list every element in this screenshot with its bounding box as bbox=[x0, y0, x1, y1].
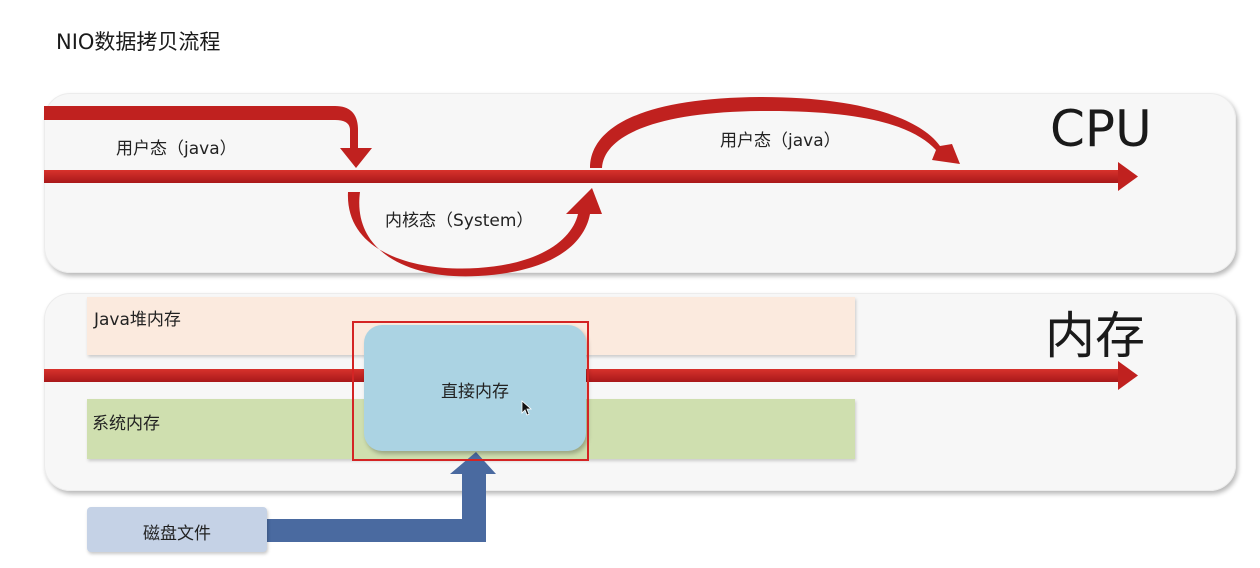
system-memory-label: 系统内存 bbox=[92, 414, 160, 434]
user-mode-label-2: 用户态（java） bbox=[720, 131, 841, 151]
cpu-timeline-arrow-head bbox=[1118, 162, 1138, 191]
user-mode-label-1: 用户态（java） bbox=[116, 139, 237, 159]
mouse-cursor-icon bbox=[521, 400, 533, 416]
memory-label: 内存 bbox=[1045, 307, 1145, 365]
flow-arrows bbox=[44, 97, 1138, 542]
kernel-mode-label: 内核态（System） bbox=[385, 211, 534, 231]
cpu-label: CPU bbox=[1050, 100, 1152, 158]
memory-timeline-arrow-right bbox=[586, 369, 1122, 382]
kernel-mode-arrow bbox=[347, 188, 602, 277]
disk-to-direct-arrow bbox=[267, 452, 496, 542]
direct-memory-label: 直接内存 bbox=[441, 382, 509, 402]
cpu-timeline-arrow-shaft bbox=[44, 170, 1122, 183]
java-heap-label: Java堆内存 bbox=[94, 310, 181, 330]
disk-file-label: 磁盘文件 bbox=[143, 524, 211, 544]
memory-timeline-arrow-left bbox=[44, 369, 364, 382]
